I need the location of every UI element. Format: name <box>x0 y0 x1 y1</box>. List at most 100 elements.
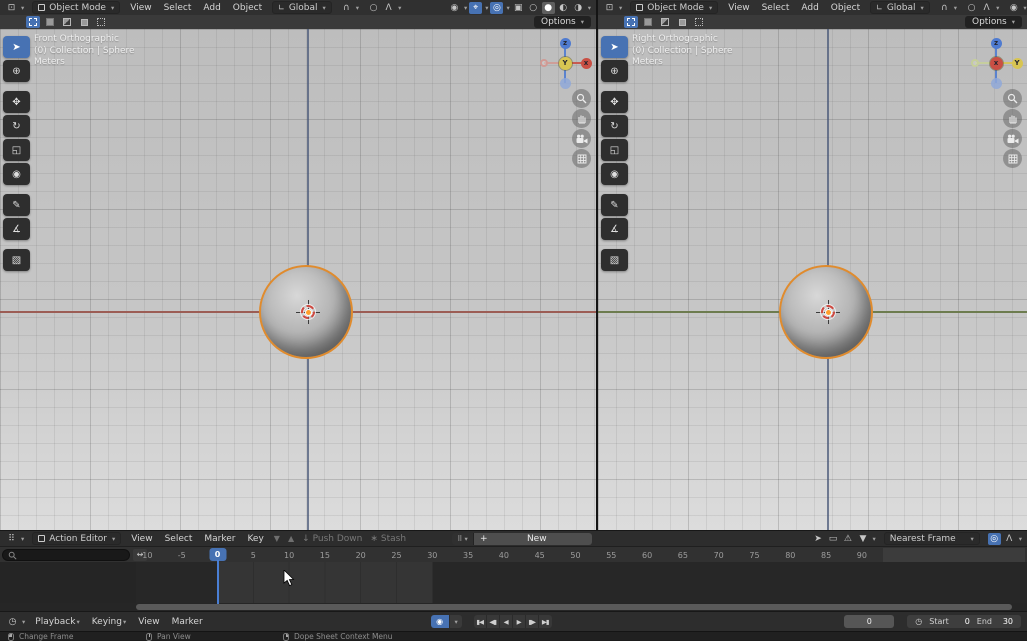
cursor-tool-button[interactable]: ⊕ <box>601 60 628 82</box>
scale-tool-button[interactable]: ◱ <box>601 139 628 161</box>
gizmo-axis-z-negative[interactable] <box>991 78 1002 89</box>
transform-tool-button[interactable]: ◉ <box>3 163 30 185</box>
snap-toggle-icon[interactable]: ⌖ <box>469 2 482 14</box>
snapping-controls[interactable]: ∩▾ <box>340 2 359 14</box>
select-mode-intersect-button[interactable] <box>94 16 108 28</box>
select-mode-extend-button[interactable] <box>641 16 655 28</box>
select-mode-subtract-button[interactable] <box>60 16 74 28</box>
keyframe-area[interactable] <box>0 562 1027 603</box>
transform-orientation-dropdown[interactable]: ∟Global▾ <box>272 1 332 14</box>
transform-tool-button[interactable]: ◉ <box>601 163 628 185</box>
add-menu[interactable]: Add <box>799 3 820 13</box>
only-selected-icon[interactable]: ➤ <box>811 533 824 545</box>
shading-solid-icon[interactable]: ● <box>542 2 555 14</box>
proportional-toggle-icon[interactable]: ◎ <box>490 2 503 14</box>
frame-range-icon[interactable]: ▭ <box>826 533 839 545</box>
shading-rendered-icon[interactable]: ◑ <box>572 2 585 14</box>
playhead[interactable] <box>217 560 219 604</box>
proportional-edit-icon[interactable]: ◎ <box>988 533 1001 545</box>
search-input[interactable] <box>2 549 130 561</box>
triangle-down-button[interactable]: ▼ <box>274 534 280 543</box>
add-cube-tool-button[interactable]: ▧ <box>601 249 628 271</box>
transform-orientation-dropdown[interactable]: ∟Global▾ <box>870 1 930 14</box>
select-mode-invert-button[interactable] <box>77 16 91 28</box>
select-mode-intersect-button[interactable] <box>692 16 706 28</box>
select-mode-set-button[interactable] <box>624 16 638 28</box>
shading-wireframe-icon[interactable]: ○ <box>527 2 540 14</box>
marker-menu[interactable]: Marker <box>170 617 205 627</box>
select-menu[interactable]: Select <box>163 534 195 544</box>
view-menu[interactable]: View <box>128 3 153 13</box>
rotate-tool-button[interactable]: ↻ <box>3 115 30 137</box>
select-mode-subtract-button[interactable] <box>658 16 672 28</box>
cursor-tool-button[interactable]: ⊕ <box>3 60 30 82</box>
measure-tool-button[interactable]: ∡ <box>3 218 30 240</box>
gizmo-axis-z-positive[interactable]: z <box>991 38 1002 49</box>
move-tool-button[interactable]: ✥ <box>3 91 30 113</box>
select-mode-extend-button[interactable] <box>43 16 57 28</box>
navigation-gizmo[interactable]: z Y x <box>969 37 1023 89</box>
gizmo-axis-negative[interactable] <box>540 59 548 67</box>
view-menu[interactable]: View <box>136 617 161 627</box>
options-button[interactable]: Options▾ <box>965 16 1022 28</box>
view-menu[interactable]: View <box>726 3 751 13</box>
annotate-tool-button[interactable]: ✎ <box>3 194 30 216</box>
play-reverse-button[interactable]: ◀ <box>500 615 513 628</box>
pivot-point-icon[interactable]: ◉ <box>448 2 461 14</box>
gizmo-axis-negative[interactable] <box>971 59 979 67</box>
navigation-gizmo[interactable]: z x Y <box>538 37 592 89</box>
playback-menu[interactable]: Playback▾ <box>33 617 81 627</box>
push-down-button[interactable]: ↓Push Down <box>302 534 362 544</box>
zoom-button[interactable] <box>572 89 591 108</box>
auto-keying-options[interactable]: ▾ <box>449 615 462 628</box>
gizmo-axis-z-negative[interactable] <box>560 78 571 89</box>
editor-type-button[interactable]: ⠿▾ <box>5 533 24 545</box>
editor-type-button[interactable]: ⊡▾ <box>603 2 622 14</box>
select-box-tool-button[interactable]: ➤ <box>3 36 30 58</box>
play-button[interactable]: ▶ <box>513 615 526 628</box>
new-action-button[interactable]: +New <box>474 533 592 545</box>
snap-mode-dropdown[interactable]: Nearest Frame▾ <box>884 532 980 545</box>
zoom-button[interactable] <box>1003 89 1022 108</box>
select-box-tool-button[interactable]: ➤ <box>601 36 628 58</box>
gizmo-axis-center[interactable]: Y <box>559 57 572 70</box>
timeline-ruler[interactable]: ↔ -10-5051015202530354045505560657075808… <box>0 546 1027 562</box>
filter-icon[interactable]: ▼ <box>856 533 869 545</box>
annotate-tool-button[interactable]: ✎ <box>601 194 628 216</box>
mode-dropdown[interactable]: Object Mode▾ <box>630 1 718 14</box>
editor-type-button[interactable]: ◷▾ <box>6 616 25 628</box>
show-errors-icon[interactable]: ⚠ <box>841 533 854 545</box>
prev-keyframe-button[interactable]: ◀▮ <box>487 615 500 628</box>
jump-to-end-button[interactable]: ▶▮ <box>539 615 552 628</box>
current-frame-field[interactable]: 0 <box>844 615 894 628</box>
object-menu[interactable]: Object <box>829 3 862 13</box>
xray-toggle-icon[interactable]: ▣ <box>512 2 525 14</box>
camera-button[interactable] <box>1003 129 1022 148</box>
proportional-edit-controls[interactable]: ○Λ▾ <box>965 2 999 14</box>
pivot-point-icon[interactable]: ◉ <box>1007 2 1020 14</box>
select-menu[interactable]: Select <box>760 3 792 13</box>
proportional-edit-controls[interactable]: ○Λ▾ <box>367 2 401 14</box>
stash-button[interactable]: ∗Stash <box>370 534 406 544</box>
measure-tool-button[interactable]: ∡ <box>601 218 628 240</box>
object-menu[interactable]: Object <box>231 3 264 13</box>
scale-tool-button[interactable]: ◱ <box>3 139 30 161</box>
gizmo-axis-horizontal[interactable]: x <box>581 58 592 69</box>
gizmo-axis-center[interactable]: x <box>990 57 1003 70</box>
keying-menu[interactable]: Keying▾ <box>90 617 129 627</box>
start-value-field[interactable]: 0 <box>956 617 970 626</box>
select-menu[interactable]: Select <box>162 3 194 13</box>
ortho-grid-button[interactable] <box>1003 149 1022 168</box>
viewport-canvas[interactable]: Front Orthographic (0) Collection | Sphe… <box>0 29 596 530</box>
ortho-grid-button[interactable] <box>572 149 591 168</box>
rotate-tool-button[interactable]: ↻ <box>601 115 628 137</box>
key-menu[interactable]: Key <box>245 534 265 544</box>
options-button[interactable]: Options▾ <box>534 16 591 28</box>
auto-keying-toggle[interactable]: ◉ <box>431 615 449 628</box>
next-keyframe-button[interactable]: ▮▶ <box>526 615 539 628</box>
select-mode-set-button[interactable] <box>26 16 40 28</box>
marker-menu[interactable]: Marker <box>202 534 237 544</box>
editor-mode-dropdown[interactable]: Action Editor▾ <box>32 532 121 545</box>
add-menu[interactable]: Add <box>201 3 222 13</box>
jump-to-start-button[interactable]: ▮◀ <box>474 615 487 628</box>
